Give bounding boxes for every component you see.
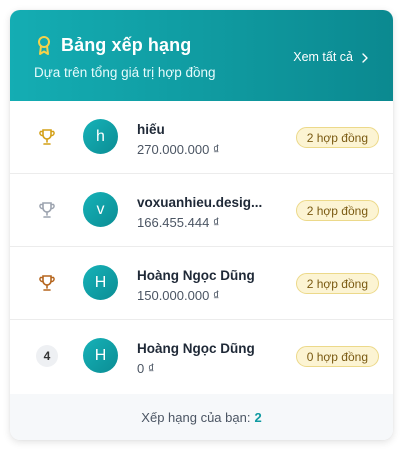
contract-amount: 0 ₫	[137, 361, 155, 376]
list-item[interactable]: h hiếu 270.000.000 ₫ 2 hợp đồng	[10, 101, 393, 174]
page-title: Bảng xếp hạng	[61, 35, 192, 55]
leaderboard-list: h hiếu 270.000.000 ₫ 2 hợp đồng v voxuan…	[10, 101, 393, 393]
list-item[interactable]: 4 H Hoàng Ngọc Dũng 0 ₫ 0 hợp đồng	[10, 320, 393, 393]
see-all-link[interactable]: Xem tất cả	[293, 50, 369, 64]
avatar: h	[83, 119, 118, 154]
title-row: Bảng xếp hạng	[37, 35, 191, 56]
trophy-silver-icon	[36, 199, 58, 221]
avatar: v	[83, 192, 118, 227]
contract-count-badge: 2 hợp đồng	[295, 273, 379, 294]
chevron-right-icon	[361, 52, 369, 63]
leaderboard-header: Bảng xếp hạng Dựa trên tổng giá trị hợp …	[10, 10, 393, 101]
user-name: Hoàng Ngọc Dũng	[137, 268, 255, 283]
user-name: voxuanhieu.desig...	[137, 195, 263, 210]
contract-amount: 150.000.000 ₫	[137, 288, 220, 303]
see-all-label: Xem tất cả	[293, 50, 353, 64]
my-rank-label: Xếp hạng của bạn:	[141, 409, 251, 425]
contract-amount: 166.455.444 ₫	[137, 215, 220, 230]
award-icon	[37, 35, 51, 56]
leaderboard-card: Bảng xếp hạng Dựa trên tổng giá trị hợp …	[10, 10, 393, 440]
trophy-bronze-icon	[36, 272, 58, 294]
trophy-gold-icon	[36, 126, 58, 148]
contract-count-badge: 0 hợp đồng	[295, 346, 379, 367]
user-name: Hoàng Ngọc Dũng	[137, 341, 255, 356]
avatar: H	[83, 338, 118, 373]
page-subtitle: Dựa trên tổng giá trị hợp đồng	[34, 65, 216, 80]
list-item[interactable]: v voxuanhieu.desig... 166.455.444 ₫ 2 hợ…	[10, 174, 393, 247]
user-name: hiếu	[137, 122, 165, 137]
my-rank-footer: Xếp hạng của bạn: 2	[10, 394, 393, 440]
rank-number: 4	[36, 345, 58, 367]
contract-amount: 270.000.000 ₫	[137, 142, 220, 157]
my-rank-value: 2	[254, 409, 262, 425]
list-item[interactable]: H Hoàng Ngọc Dũng 150.000.000 ₫ 2 hợp đồ…	[10, 247, 393, 320]
contract-count-badge: 2 hợp đồng	[295, 200, 379, 221]
avatar: H	[83, 265, 118, 300]
contract-count-badge: 2 hợp đồng	[295, 127, 379, 148]
